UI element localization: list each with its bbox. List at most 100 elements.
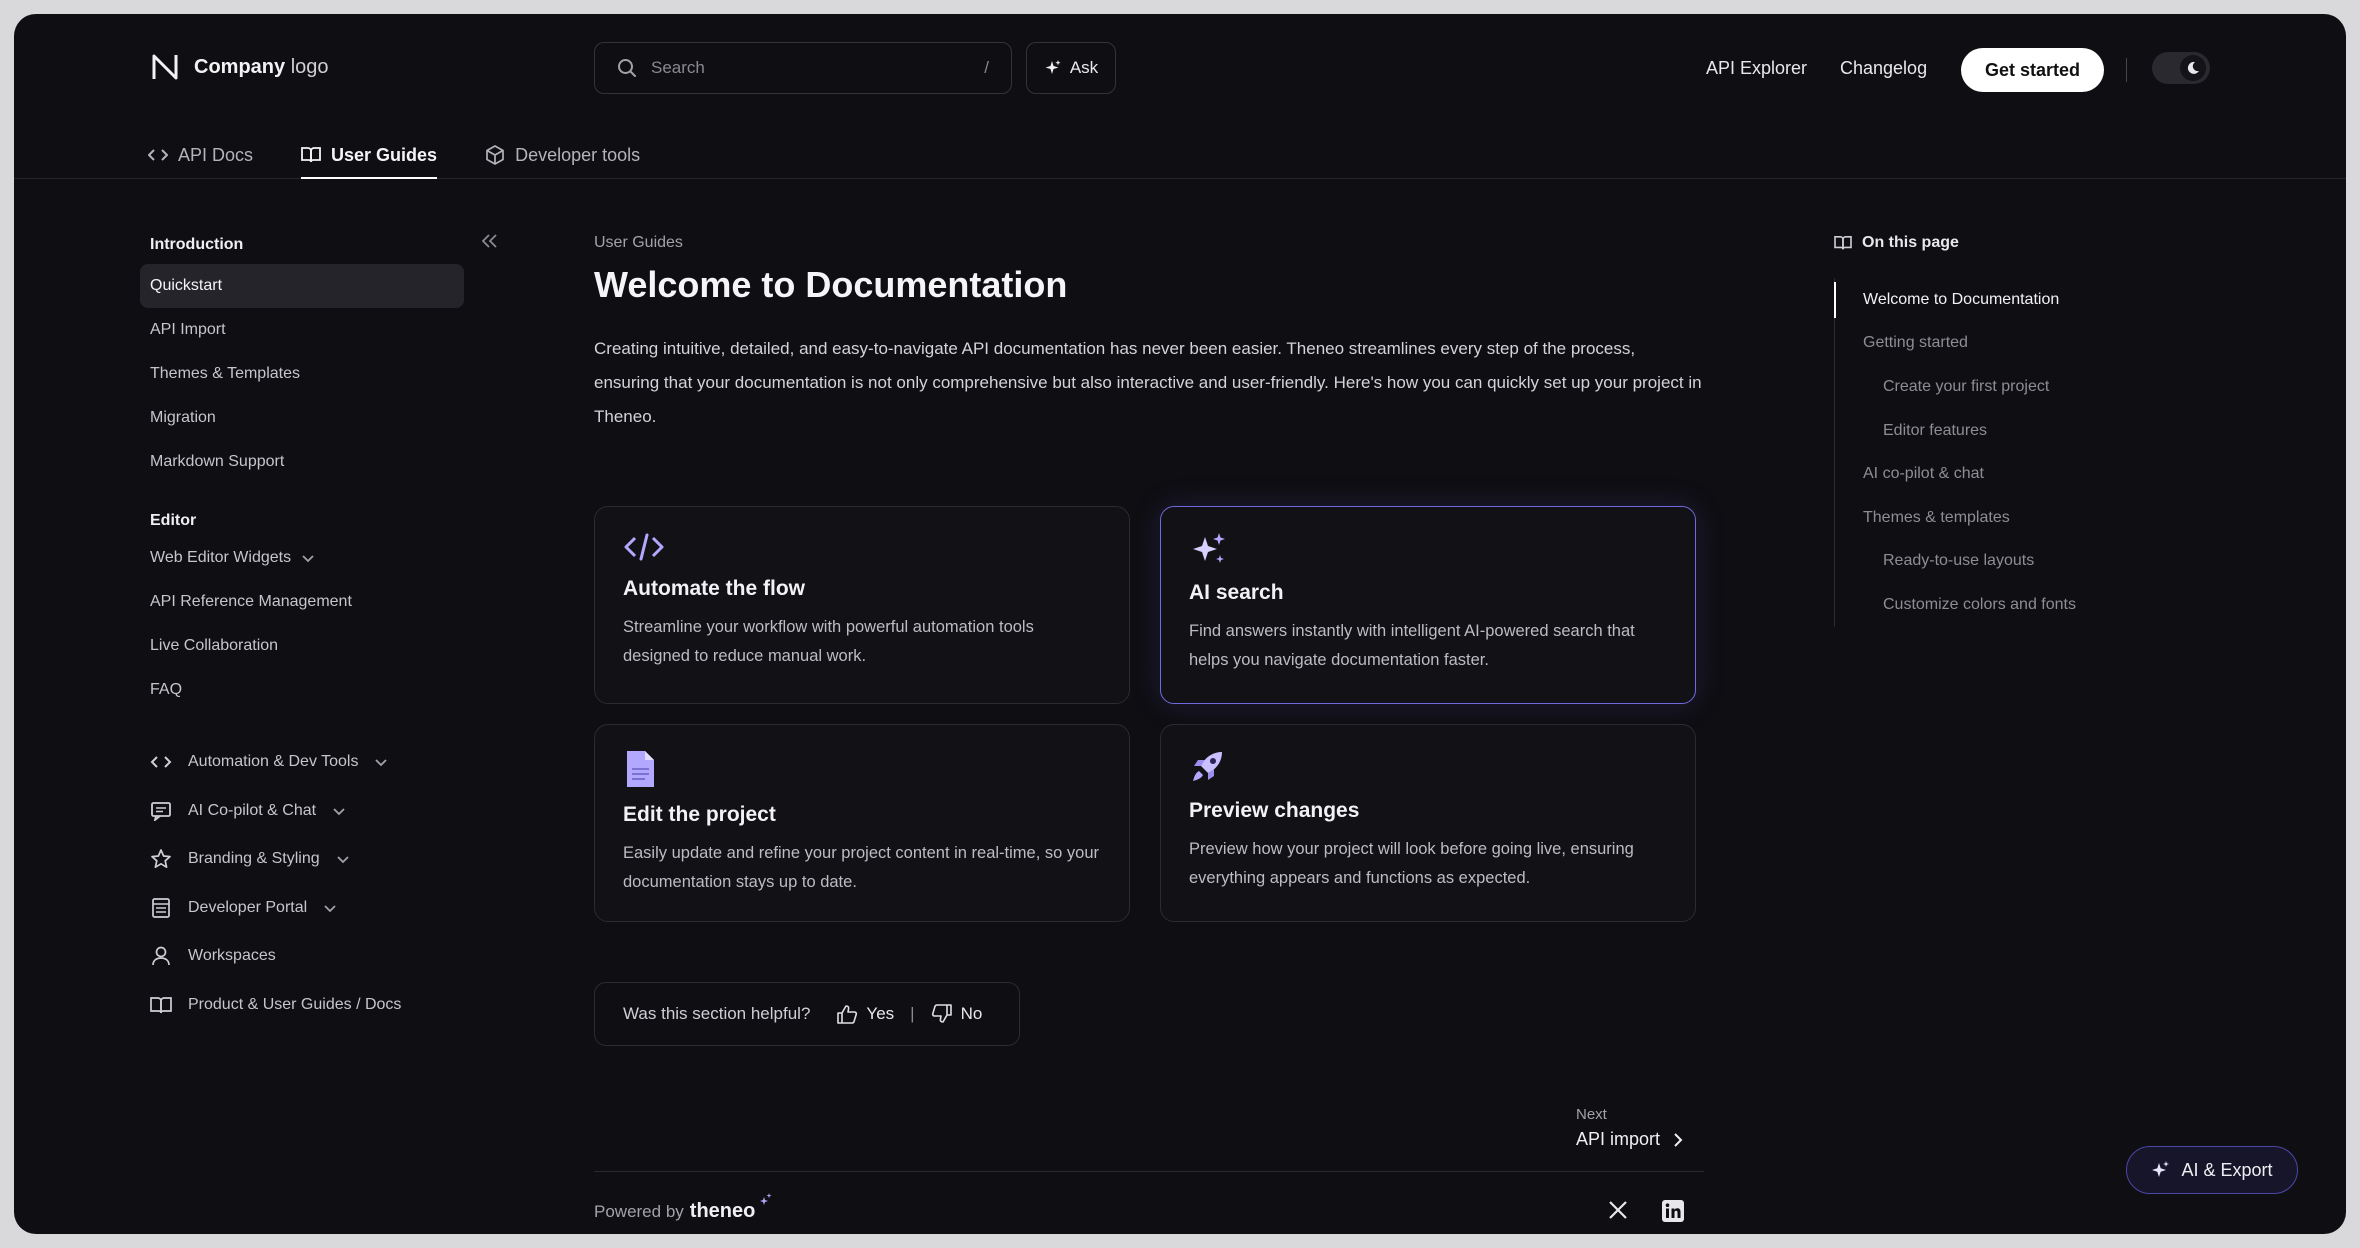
company-logo[interactable]: Company logo [150,52,329,82]
sidebar-group-workspaces[interactable]: Workspaces [140,932,480,981]
chevron-down-icon [337,856,349,864]
box-icon [486,145,504,165]
rocket-icon [1193,752,1222,781]
document-icon [627,751,654,787]
moon-icon [2187,61,2199,74]
logo-icon [152,54,178,80]
sidebar-item-live-collaboration[interactable]: Live Collaboration [140,624,480,668]
sidebar-group-developer-portal[interactable]: Developer Portal [140,884,480,933]
sidebar-item-api-reference[interactable]: API Reference Management [140,580,480,624]
card-automate-flow[interactable]: Automate the flow Streamline your workfl… [594,506,1130,704]
sidebar-item-faq[interactable]: FAQ [140,668,480,712]
get-started-button[interactable]: Get started [1961,48,2104,92]
sidebar-group-label: Workspaces [188,947,276,965]
feedback-separator: | [910,1004,915,1023]
sidebar-group-label: AI Co-pilot & Chat [188,801,317,819]
toc-item[interactable]: Create your first project [1835,365,2134,409]
linkedin-icon [1662,1200,1684,1222]
powered-by[interactable]: Powered by theneo [594,1193,773,1223]
sidebar-item-label: Web Editor Widgets [150,549,292,566]
toc-item[interactable]: Welcome to Documentation [1834,278,2134,322]
sidebar-item-api-import[interactable]: API Import [140,308,480,352]
next-page-link[interactable]: API import [1576,1129,1684,1150]
card-desc: Streamline your workflow with powerful a… [623,618,1034,665]
chevron-down-icon [375,759,388,767]
sidebar-item-quickstart[interactable]: Quickstart [140,264,464,308]
tab-label: Developer tools [515,144,641,165]
sidebar-item-themes-templates[interactable]: Themes & Templates [140,352,480,396]
sidebar-group-automation[interactable]: Automation & Dev Tools [140,738,480,787]
api-explorer-link[interactable]: API Explorer [1706,58,1807,79]
code-icon [148,149,168,161]
sidebar-group-ai-copilot[interactable]: AI Co-pilot & Chat [140,787,480,836]
sparkle-icon [1193,533,1225,563]
ask-button[interactable]: Ask [1026,42,1116,94]
tab-label: User Guides [331,144,438,165]
feedback-no-button[interactable]: No [931,1004,982,1024]
linkedin-link[interactable] [1662,1200,1684,1222]
toc-title: On this page [1862,234,1959,251]
chevrons-left-icon [481,234,497,248]
search-input[interactable]: Search / [594,42,1012,94]
theneo-brand: theneo [689,1200,756,1222]
toggle-knob [2180,55,2206,81]
book-icon [1834,235,1852,250]
ai-export-button[interactable]: AI & Export [2126,1146,2298,1194]
sidebar-item-web-editor-widgets[interactable]: Web Editor Widgets [140,536,480,580]
feedback-yes-button[interactable]: Yes [836,1004,894,1024]
toc-list: Welcome to Documentation Getting started… [1834,278,2134,627]
sidebar-group-product-guides[interactable]: Product & User Guides / Docs [140,981,480,1030]
chevron-down-icon [324,905,336,913]
card-title: Preview changes [1189,799,1360,822]
sparkle-icon [760,1193,772,1205]
sidebar-section-title: Editor [150,512,197,529]
toc-item[interactable]: Customize colors and fonts [1835,583,2134,627]
user-icon [152,946,170,966]
card-ai-search[interactable]: AI search Find answers instantly with in… [1160,506,1696,704]
card-desc: Find answers instantly with intelligent … [1189,622,1635,669]
thumbs-down-icon [931,1004,952,1023]
breadcrumb[interactable]: User Guides [594,234,1706,252]
toc-item[interactable]: Ready-to-use layouts [1835,540,2134,584]
ai-export-label: AI & Export [2181,1159,2273,1180]
app-window: Company logo Search / Ask API Explorer C… [14,14,2346,1234]
tab-user-guides[interactable]: User Guides [301,132,438,179]
chat-icon [151,801,171,821]
theme-toggle[interactable] [2152,52,2210,84]
powered-by-text: Powered by [594,1202,684,1221]
collapse-sidebar-button[interactable] [480,232,500,250]
x-twitter-icon [1609,1201,1627,1219]
next-page-title: API import [1576,1129,1661,1149]
sidebar-item-markdown-support[interactable]: Markdown Support [140,440,480,484]
sidebar-group-branding[interactable]: Branding & Styling [140,835,480,884]
logo-text: Company logo [194,55,329,78]
card-title: Edit the project [623,803,776,826]
sidebar-item-migration[interactable]: Migration [140,396,480,440]
toc-item[interactable]: Editor features [1835,409,2134,453]
page-title: Welcome to Documentation [594,264,1068,305]
card-edit-project[interactable]: Edit the project Easily update and refin… [594,724,1130,922]
top-header: Company logo Search / Ask API Explorer C… [14,14,2346,179]
sparkle-icon [1045,60,1061,74]
next-page-nav[interactable]: Next API import [1576,1106,1684,1150]
star-icon [151,849,171,869]
toc-item[interactable]: Themes & templates [1835,496,2134,540]
feedback-question: Was this section helpful? [623,1004,811,1023]
changelog-link[interactable]: Changelog [1840,58,1927,79]
book-icon [301,147,321,163]
x-twitter-link[interactable] [1608,1200,1628,1220]
sidebar-group-label: Automation & Dev Tools [188,753,359,771]
tab-developer-tools[interactable]: Developer tools [485,132,640,178]
toc-header: On this page [1834,234,2134,252]
feedback-box: Was this section helpful? Yes | No [594,982,1020,1046]
card-preview-changes[interactable]: Preview changes Preview how your project… [1160,724,1696,922]
tab-api-docs[interactable]: API Docs [148,132,253,178]
main-tabs: API Docs User Guides Developer tools [148,132,688,179]
toc-item[interactable]: AI co-pilot & chat [1835,452,2134,496]
search-placeholder: Search [651,58,705,77]
toc-item[interactable]: Getting started [1835,322,2134,366]
sidebar-group-label: Product & User Guides / Docs [188,995,402,1013]
tab-label: API Docs [178,144,254,165]
book-icon [150,996,172,1013]
search-icon [618,59,636,77]
